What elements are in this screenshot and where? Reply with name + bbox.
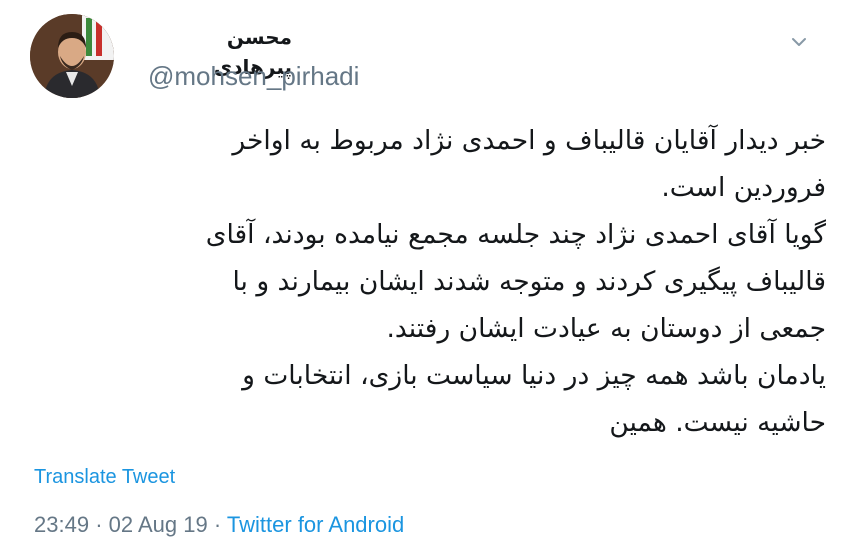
chevron-down-icon[interactable]	[787, 30, 811, 54]
tweet-text-line: فروردین است.	[661, 172, 826, 203]
avatar[interactable]	[30, 14, 114, 98]
avatar-image	[30, 14, 114, 98]
tweet-text: خبر دیدار آقایان قالیباف و احمدی نژاد مر…	[20, 117, 826, 446]
tweet-text-line: قالیباف پیگیری کردند و متوجه شدند ایشان …	[232, 266, 826, 297]
tweet-text-line: گویا آقای احمدی نژاد چند جلسه مجمع نیامد…	[205, 219, 826, 250]
meta-separator: ·	[213, 512, 222, 537]
tweet-card: محسن پیرهادی @mohsen_pirhadi خبر دیدار آ…	[0, 0, 841, 553]
tweet-metadata: 23:49 · 02 Aug 19 · Twitter for Android	[34, 512, 404, 538]
tweet-text-line: خبر دیدار آقایان قالیباف و احمدی نژاد مر…	[232, 125, 826, 156]
tweet-text-line: حاشیه نیست. همین	[609, 407, 826, 438]
tweet-text-line: یادمان باشد همه چیز در دنیا سیاست بازی، …	[242, 360, 826, 391]
tweet-source-link[interactable]: Twitter for Android	[227, 512, 404, 537]
tweet-text-line: جمعی از دوستان به عیادت ایشان رفتند.	[386, 313, 826, 344]
tweet-date[interactable]: 02 Aug 19	[109, 512, 208, 537]
translate-tweet-link[interactable]: Translate Tweet	[34, 466, 175, 489]
meta-separator: ·	[95, 512, 103, 537]
tweet-time[interactable]: 23:49	[34, 512, 89, 537]
author-handle[interactable]: @mohsen_pirhadi	[148, 60, 359, 92]
